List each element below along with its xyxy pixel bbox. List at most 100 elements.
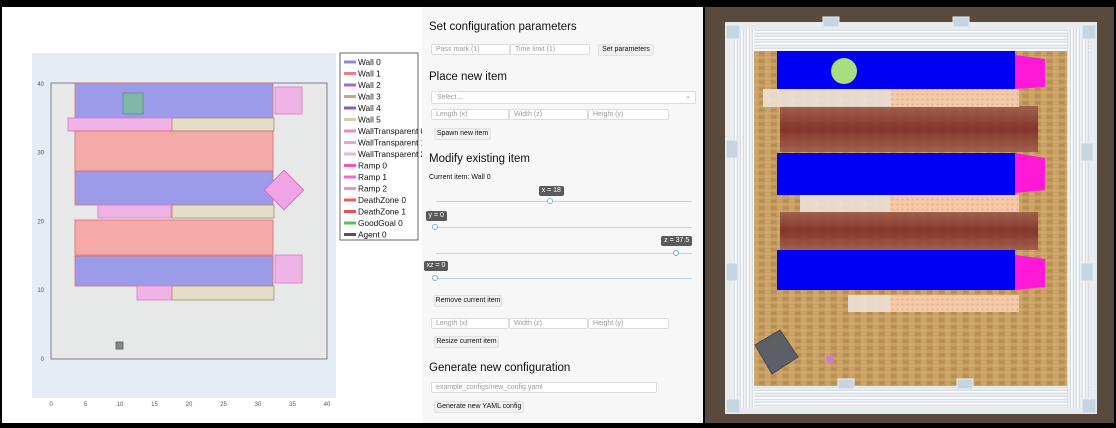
current-item-label: Current item: Wall 0	[429, 174, 491, 181]
wall-3[interactable]	[171, 117, 275, 132]
resize-length-input[interactable]: Length (x)	[431, 318, 509, 329]
ramp-0-render	[1015, 55, 1045, 89]
slider-z-track	[436, 253, 692, 254]
x-tick-label: 5	[84, 402, 88, 408]
pass-mark-input[interactable]: Pass mark (1)	[431, 44, 510, 55]
yaml-path-input[interactable]: example_configs/new_config.yaml	[431, 382, 657, 393]
length-input[interactable]: Length (x)	[431, 109, 509, 120]
wall-4[interactable]	[171, 285, 275, 301]
x-tick-label: 10	[117, 402, 124, 408]
legend-label: Wall 1	[358, 69, 381, 79]
resize-height-input[interactable]: Height (y)	[588, 318, 669, 329]
x-tick-label: 30	[255, 402, 262, 408]
resize-item-button[interactable]: Resize current item	[434, 336, 499, 348]
wall-1[interactable]	[74, 170, 274, 206]
legend-label: Wall 0	[358, 57, 381, 67]
agent-0[interactable]	[115, 341, 124, 350]
x-tick-label: 40	[324, 402, 331, 408]
set-parameters-button[interactable]: Set parameters	[598, 44, 654, 56]
deathzone-1-render	[780, 212, 1038, 250]
arena-plot-panel: 0 5 10 15 20 25 30 35 40 0 10 20 30 40 Wall 0 Wall 1W…	[2, 7, 426, 423]
deathzone-1[interactable]	[74, 219, 274, 256]
x-tick-label: 25	[220, 402, 227, 408]
walltransparent-2-render	[848, 295, 890, 312]
y-tick-label: 40	[37, 82, 44, 88]
legend-label: WallTransparent 1	[358, 138, 422, 148]
width-input[interactable]: Width (z)	[509, 109, 588, 120]
item-type-select[interactable]: Select... ⌄	[431, 91, 696, 104]
legend-label: GoodGoal 0	[358, 218, 403, 228]
legend-label: WallTransparent 0	[358, 126, 422, 136]
modify-item-title: Modify existing item	[429, 153, 530, 165]
slider-z[interactable]: z = 37.5	[422, 235, 703, 257]
wall-0[interactable]	[74, 82, 274, 119]
y-tick-label: 30	[37, 151, 44, 157]
legend-label: Ramp 0	[358, 161, 387, 171]
arena-render	[705, 7, 1114, 423]
wall-1-render	[777, 153, 1015, 195]
slider-xz[interactable]: xz = 0	[422, 260, 703, 282]
slider-x-tooltip: x = 18	[538, 186, 564, 196]
slider-y[interactable]: y = 0	[422, 210, 703, 232]
walltransparent-1-render	[800, 195, 890, 212]
goodgoal-0[interactable]	[122, 92, 144, 115]
slider-xz-tooltip: xz = 0	[423, 261, 449, 271]
y-tick-label: 10	[37, 288, 44, 294]
arena-3d-view	[705, 7, 1114, 423]
y-tick-label: 20	[37, 219, 44, 225]
controls-panel: Set configuration parameters Pass mark (…	[422, 7, 703, 423]
walltransparent-1[interactable]	[97, 204, 172, 219]
arena-plot[interactable]: 0 5 10 15 20 25 30 35 40 010203040 Wall 0Wall 1W…	[2, 7, 426, 423]
wall-3-render	[891, 89, 1019, 107]
wall-4-render	[890, 295, 1019, 312]
slider-xz-handle[interactable]	[432, 275, 438, 281]
walltransparent-2[interactable]	[136, 285, 173, 301]
x-tick-label: 20	[186, 402, 193, 408]
legend-label: Wall 3	[358, 92, 381, 102]
ramp-2[interactable]	[274, 254, 303, 284]
chevron-down-icon: ⌄	[685, 93, 691, 100]
slider-y-track	[436, 227, 692, 228]
wall-5[interactable]	[171, 204, 275, 219]
slider-z-tooltip: z = 37.5	[661, 236, 693, 246]
slider-xz-track	[436, 278, 692, 279]
legend-label: WallTransparent 2	[358, 149, 422, 159]
x-tick-label: 15	[151, 402, 158, 408]
deathzone-0-render	[780, 106, 1038, 152]
legend-label: Agent 0	[358, 230, 387, 240]
legend-label: Wall 5	[358, 115, 381, 125]
slider-y-handle[interactable]	[432, 224, 438, 230]
legend-label: Ramp 2	[358, 184, 387, 194]
wall-2[interactable]	[74, 255, 274, 287]
set-config-title: Set configuration parameters	[429, 21, 577, 33]
walltransparent-0[interactable]	[67, 117, 173, 132]
pink-marker	[826, 355, 834, 363]
walltransparent-0-render	[763, 89, 891, 107]
x-tick-label: 0	[49, 402, 53, 408]
height-input[interactable]: Height (y)	[588, 109, 669, 120]
legend-label: DeathZone 0	[358, 195, 406, 205]
legend-label: Ramp 1	[358, 172, 387, 182]
wall-0-render	[777, 51, 1015, 89]
slider-x-track	[436, 201, 692, 202]
wall-5-render	[890, 195, 1019, 212]
slider-x[interactable]: x = 18	[422, 184, 703, 206]
x-tick-label: 35	[289, 402, 296, 408]
goodgoal-render	[831, 58, 857, 84]
legend-label: Wall 4	[358, 103, 381, 113]
ramp-0[interactable]	[274, 86, 303, 115]
remove-item-button[interactable]: Remove current item	[434, 295, 502, 307]
generate-config-title: Generate new configuration	[429, 362, 571, 374]
slider-z-handle[interactable]	[672, 250, 679, 256]
resize-width-input[interactable]: Width (z)	[509, 318, 588, 329]
place-item-title: Place new item	[429, 71, 507, 83]
time-limit-input[interactable]: Time limit (1)	[510, 44, 590, 55]
ramp-1-render	[1015, 153, 1045, 193]
deathzone-0[interactable]	[74, 130, 274, 172]
spawn-item-button[interactable]: Spawn new item	[434, 128, 491, 140]
legend-label: DeathZone 1	[358, 207, 406, 217]
ramp-2-render	[1015, 255, 1045, 290]
legend-label: Wall 2	[358, 80, 381, 90]
slider-x-handle[interactable]	[547, 198, 554, 204]
generate-yaml-button[interactable]: Generate new YAML config	[434, 401, 524, 413]
